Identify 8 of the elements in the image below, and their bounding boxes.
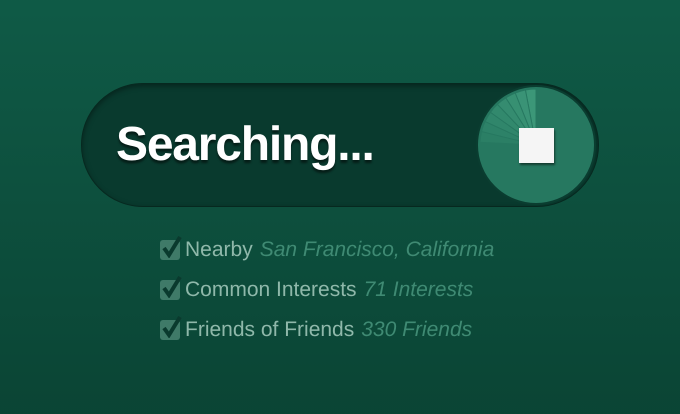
criterion-detail: San Francisco, California <box>260 237 494 264</box>
criterion-label: Nearby <box>185 237 253 264</box>
status-text: Searching... <box>116 117 374 173</box>
criterion-label: Common Interests <box>185 277 357 304</box>
criterion-label: Friends of Friends <box>185 317 354 344</box>
stop-icon <box>518 128 554 162</box>
criterion-detail: 71 Interests <box>364 277 474 304</box>
criterion-detail: 330 Friends <box>361 317 472 344</box>
